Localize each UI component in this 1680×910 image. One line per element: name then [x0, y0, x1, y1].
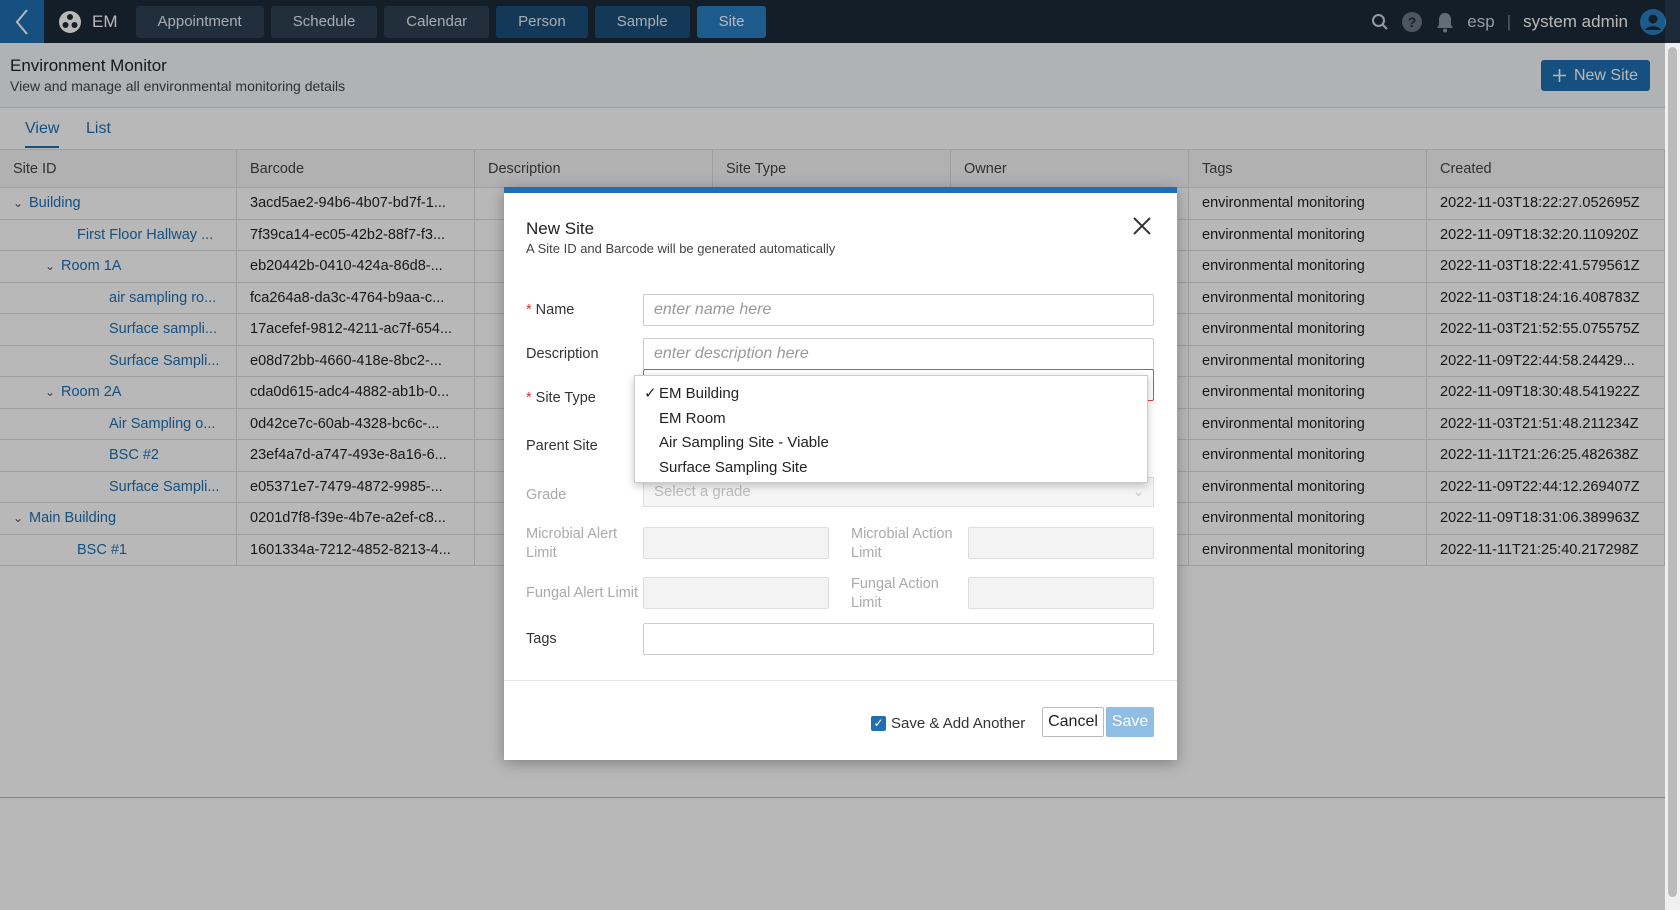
name-label: * Name	[526, 302, 575, 318]
close-icon	[1133, 217, 1151, 235]
modal-footer-divider	[504, 680, 1177, 681]
modal-subtitle: A Site ID and Barcode will be generated …	[526, 241, 836, 256]
close-button[interactable]	[1133, 217, 1151, 238]
site-type-option-surface-sampling[interactable]: Surface Sampling Site	[635, 456, 1147, 481]
new-site-modal: New Site A Site ID and Barcode will be g…	[504, 187, 1177, 760]
page-scrollbar[interactable]	[1665, 43, 1680, 910]
tags-label: Tags	[526, 631, 557, 647]
parent-site-label: Parent Site	[526, 438, 598, 454]
checkbox-checked-icon[interactable]: ✓	[871, 716, 886, 731]
tags-input[interactable]	[643, 623, 1154, 655]
grade-placeholder: Select a grade	[654, 483, 751, 500]
fungal-alert-label: Fungal Alert Limit	[526, 585, 639, 601]
microbial-alert-input[interactable]	[643, 527, 829, 559]
site-type-option-em-room[interactable]: EM Room	[635, 407, 1147, 432]
microbial-alert-label: Microbial Alert Limit	[526, 526, 618, 561]
check-icon: ✓	[644, 385, 657, 402]
name-input[interactable]	[643, 294, 1154, 326]
grade-label: Grade	[526, 487, 567, 503]
fungal-alert-input[interactable]	[643, 577, 829, 609]
save-add-another-checkbox[interactable]: ✓ Save & Add Another	[871, 715, 1025, 732]
site-type-option-air-sampling[interactable]: Air Sampling Site - Viable	[635, 431, 1147, 456]
site-type-dropdown: ✓ EM Building EM Room Air Sampling Site -…	[634, 375, 1148, 483]
fungal-action-label: Fungal Action Limit	[851, 576, 939, 611]
scrollbar-thumb[interactable]	[1668, 47, 1677, 897]
cancel-button[interactable]: Cancel	[1042, 707, 1104, 737]
description-label: Description	[526, 346, 599, 362]
save-add-another-label: Save & Add Another	[891, 715, 1026, 732]
microbial-action-input[interactable]	[968, 527, 1154, 559]
modal-title: New Site	[526, 219, 595, 238]
save-button[interactable]: Save	[1106, 707, 1154, 737]
site-type-label: * Site Type	[526, 390, 596, 406]
description-input[interactable]	[643, 338, 1154, 370]
fungal-action-input[interactable]	[968, 577, 1154, 609]
site-type-option-em-building[interactable]: ✓ EM Building	[635, 382, 1147, 407]
microbial-action-label: Microbial Action Limit	[851, 526, 953, 561]
